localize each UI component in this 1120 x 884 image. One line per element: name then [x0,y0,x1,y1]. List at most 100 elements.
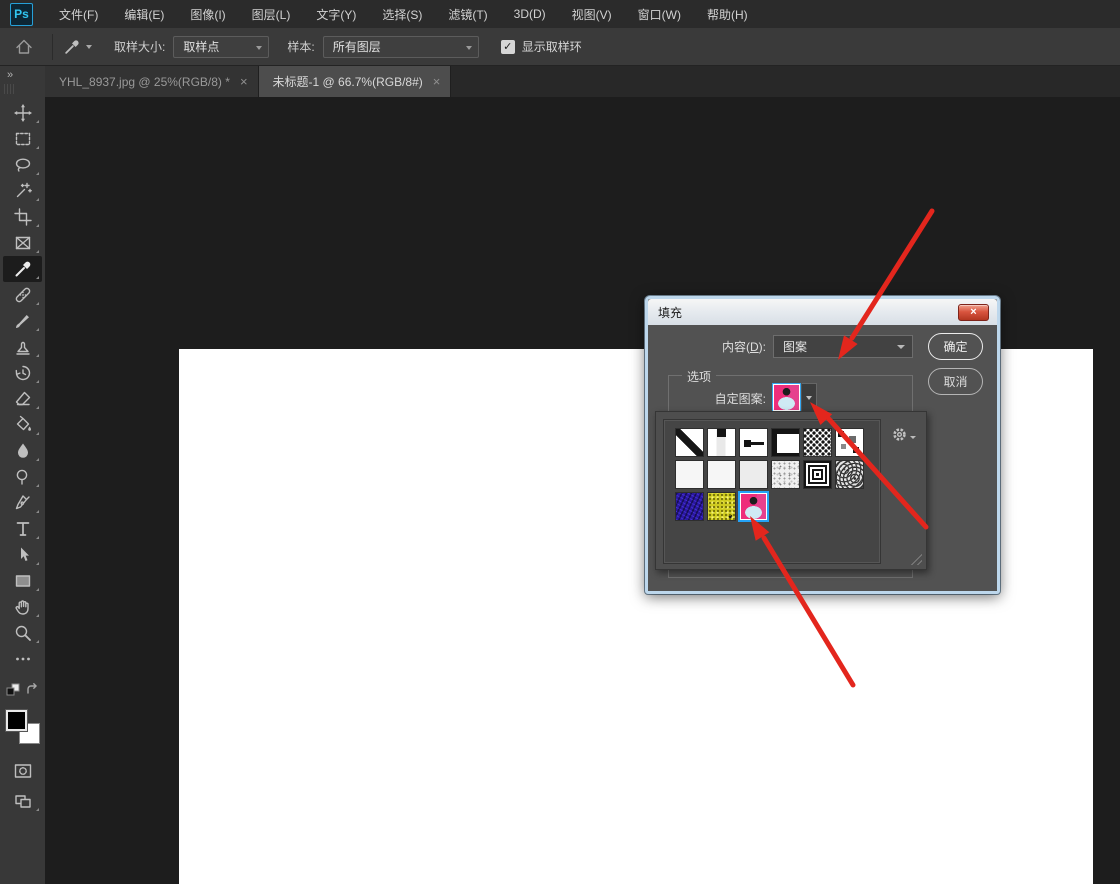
menu-type[interactable]: 文字(Y) [303,0,369,28]
pattern-swatch-white[interactable] [708,461,735,488]
menu-edit[interactable]: 编辑(E) [111,0,177,28]
path-selection-tool[interactable] [3,542,42,568]
pattern-picker-menu-button[interactable] [892,427,916,442]
pattern-picker-panel [655,411,927,570]
sample-select[interactable]: 所有图层 [323,36,479,58]
hand-tool[interactable] [3,594,42,620]
dodge-tool[interactable] [3,464,42,490]
history-brush-tool[interactable] [3,360,42,386]
sample-size-label: 取样大小: [114,38,165,55]
rectangular-marquee-tool[interactable] [3,126,42,152]
document-tab-bar: YHL_8937.jpg @ 25%(RGB/8) * × 未标题-1 @ 66… [45,66,1120,97]
custom-pattern-thumbnail[interactable] [772,383,801,412]
pattern-swatch-diagonal-line[interactable] [676,429,703,456]
pattern-swatch-photo-selected[interactable] [740,493,767,520]
pen-tool[interactable] [3,490,42,516]
collapse-tooldock-button[interactable]: » [0,66,45,82]
default-colors-icon[interactable] [5,682,21,698]
swap-colors-icon[interactable] [24,682,40,698]
frame-tool[interactable] [3,230,42,256]
current-tool-button[interactable] [59,38,96,56]
dock-grip[interactable] [4,84,16,94]
tool-dock: » [0,66,45,884]
ok-button[interactable]: 确定 [928,333,983,360]
crop-tool[interactable] [3,204,42,230]
gear-icon [892,427,907,442]
pattern-swatch-vertical-bar[interactable] [708,429,735,456]
eyedropper-tool[interactable] [3,256,42,282]
chevron-down-icon [806,396,812,400]
color-swatches [6,710,40,744]
move-tool[interactable] [3,100,42,126]
chevron-down-icon [910,436,916,439]
magic-wand-tool[interactable] [3,178,42,204]
menu-3d[interactable]: 3D(D) [501,0,559,28]
pattern-swatch-square-with-dash[interactable] [740,429,767,456]
rectangle-tool[interactable] [3,568,42,594]
pattern-swatch-gray-noise[interactable] [772,461,799,488]
quick-mask-button[interactable] [3,758,42,784]
custom-pattern-dropdown-arrow[interactable] [802,383,817,412]
pattern-grid [664,420,880,520]
tab-label: YHL_8937.jpg @ 25%(RGB/8) * [59,75,230,89]
zoom-tool[interactable] [3,620,42,646]
chevron-down-icon [256,46,262,50]
spot-healing-brush-tool[interactable] [3,282,42,308]
pattern-swatch-scattered-squares[interactable] [836,429,863,456]
tab-label: 未标题-1 @ 66.7%(RGB/8#) [273,73,423,90]
pattern-swatch-polka-dots[interactable] [804,429,831,456]
pattern-swatch-concentric-squares[interactable] [804,461,831,488]
tab-untitled-1[interactable]: 未标题-1 @ 66.7%(RGB/8#) × [259,66,452,97]
menu-help[interactable]: 帮助(H) [694,0,761,28]
fill-dialog-titlebar[interactable]: 填充 × [648,299,997,325]
pattern-swatch-corner-frame[interactable] [772,429,799,456]
options-bar: 取样大小: 取样点 样本: 所有图层 ✓ 显示取样环 [0,28,1120,66]
resize-grip[interactable] [908,551,922,565]
fill-dialog: 填充 × 内容(D): 图案 确定 取消 选项 自定图案: [645,296,1000,594]
close-icon[interactable]: × [240,74,248,89]
paint-bucket-tool[interactable] [3,412,42,438]
pattern-swatch-off-white[interactable] [740,461,767,488]
close-icon[interactable]: × [433,74,441,89]
pattern-swatch-well [663,419,881,564]
chevron-down-icon [86,45,92,49]
menu-window[interactable]: 窗口(W) [625,0,694,28]
type-tool[interactable] [3,516,42,542]
clone-stamp-tool[interactable] [3,334,42,360]
show-sampling-ring-checkbox[interactable]: ✓ [501,40,515,54]
close-icon[interactable]: × [958,304,989,321]
edit-toolbar-button[interactable] [3,646,42,672]
home-icon[interactable] [14,37,34,57]
pattern-swatch-purple-texture[interactable] [676,493,703,520]
brush-tool[interactable] [3,308,42,334]
cancel-button[interactable]: 取消 [928,368,983,395]
options-group-label: 选项 [682,368,716,385]
sample-label: 样本: [287,38,314,55]
pattern-swatch-yellow-texture[interactable] [708,493,735,520]
blur-tool[interactable] [3,438,42,464]
foreground-color-swatch[interactable] [6,710,27,731]
lasso-tool[interactable] [3,152,42,178]
sample-size-value: 取样点 [183,38,219,55]
content-label: 内容(D): [648,338,766,355]
pattern-swatch-white[interactable] [676,461,703,488]
menu-bar: Ps 文件(F) 编辑(E) 图像(I) 图层(L) 文字(Y) 选择(S) 滤… [0,0,1120,28]
menu-file[interactable]: 文件(F) [46,0,111,28]
photoshop-logo: Ps [10,3,33,26]
fill-dialog-body: 内容(D): 图案 确定 取消 选项 自定图案: [648,325,997,591]
pattern-swatch-squiggle-texture[interactable] [836,461,863,488]
menu-select[interactable]: 选择(S) [369,0,435,28]
menu-image[interactable]: 图像(I) [177,0,238,28]
menu-layer[interactable]: 图层(L) [239,0,304,28]
eraser-tool[interactable] [3,386,42,412]
sample-size-select[interactable]: 取样点 [173,36,269,58]
photo-pattern-preview [774,385,799,410]
menu-view[interactable]: 视图(V) [559,0,625,28]
sample-value: 所有图层 [333,38,381,55]
menu-filter[interactable]: 滤镜(T) [435,0,500,28]
eyedropper-icon [63,38,81,56]
screen-mode-button[interactable] [3,788,42,814]
content-select[interactable]: 图案 [773,335,913,358]
show-sampling-ring-label: 显示取样环 [522,38,582,55]
tab-yhl-8937[interactable]: YHL_8937.jpg @ 25%(RGB/8) * × [45,66,259,97]
